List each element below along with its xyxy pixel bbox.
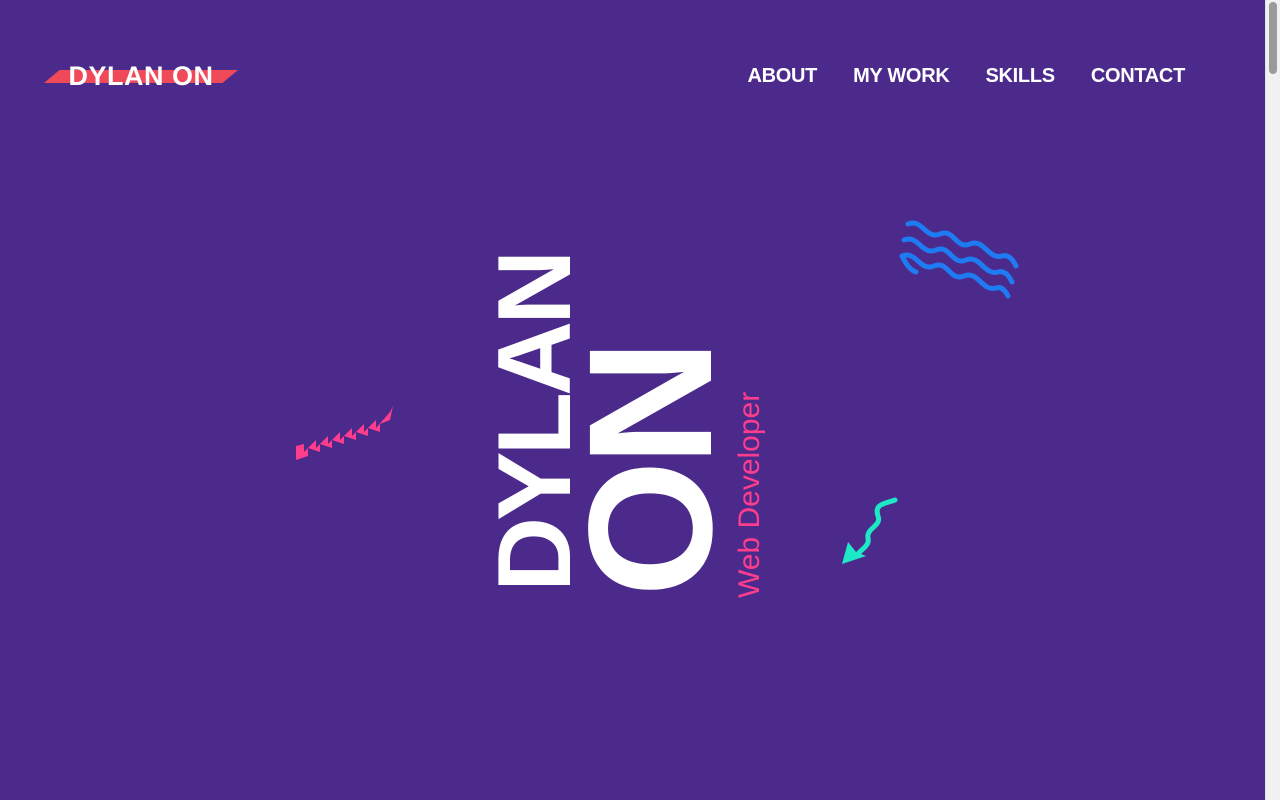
nav-about[interactable]: ABOUT [747, 64, 817, 88]
hero-last-name: ON [553, 345, 749, 597]
scrollbar-thumb[interactable] [1269, 2, 1277, 74]
nav-skills[interactable]: SKILLS [985, 64, 1055, 88]
blue-waves-icon [899, 220, 1019, 299]
main-nav: ABOUT MY WORK SKILLS CONTACT [747, 64, 1185, 88]
logo[interactable]: DYLAN ON [44, 60, 238, 92]
nav-contact[interactable]: CONTACT [1091, 64, 1185, 88]
logo-text: DYLAN ON [68, 61, 214, 91]
page-scrollbar[interactable] [1265, 0, 1280, 800]
pink-zigzag-icon [296, 406, 393, 460]
hero-role: Web Developer [733, 391, 766, 598]
hero-page: DYLAN ON ABOUT MY WORK SKILLS CONTACT DY… [0, 0, 1265, 800]
teal-squiggle-arrow-icon [842, 497, 898, 564]
nav-my-work[interactable]: MY WORK [853, 64, 950, 88]
